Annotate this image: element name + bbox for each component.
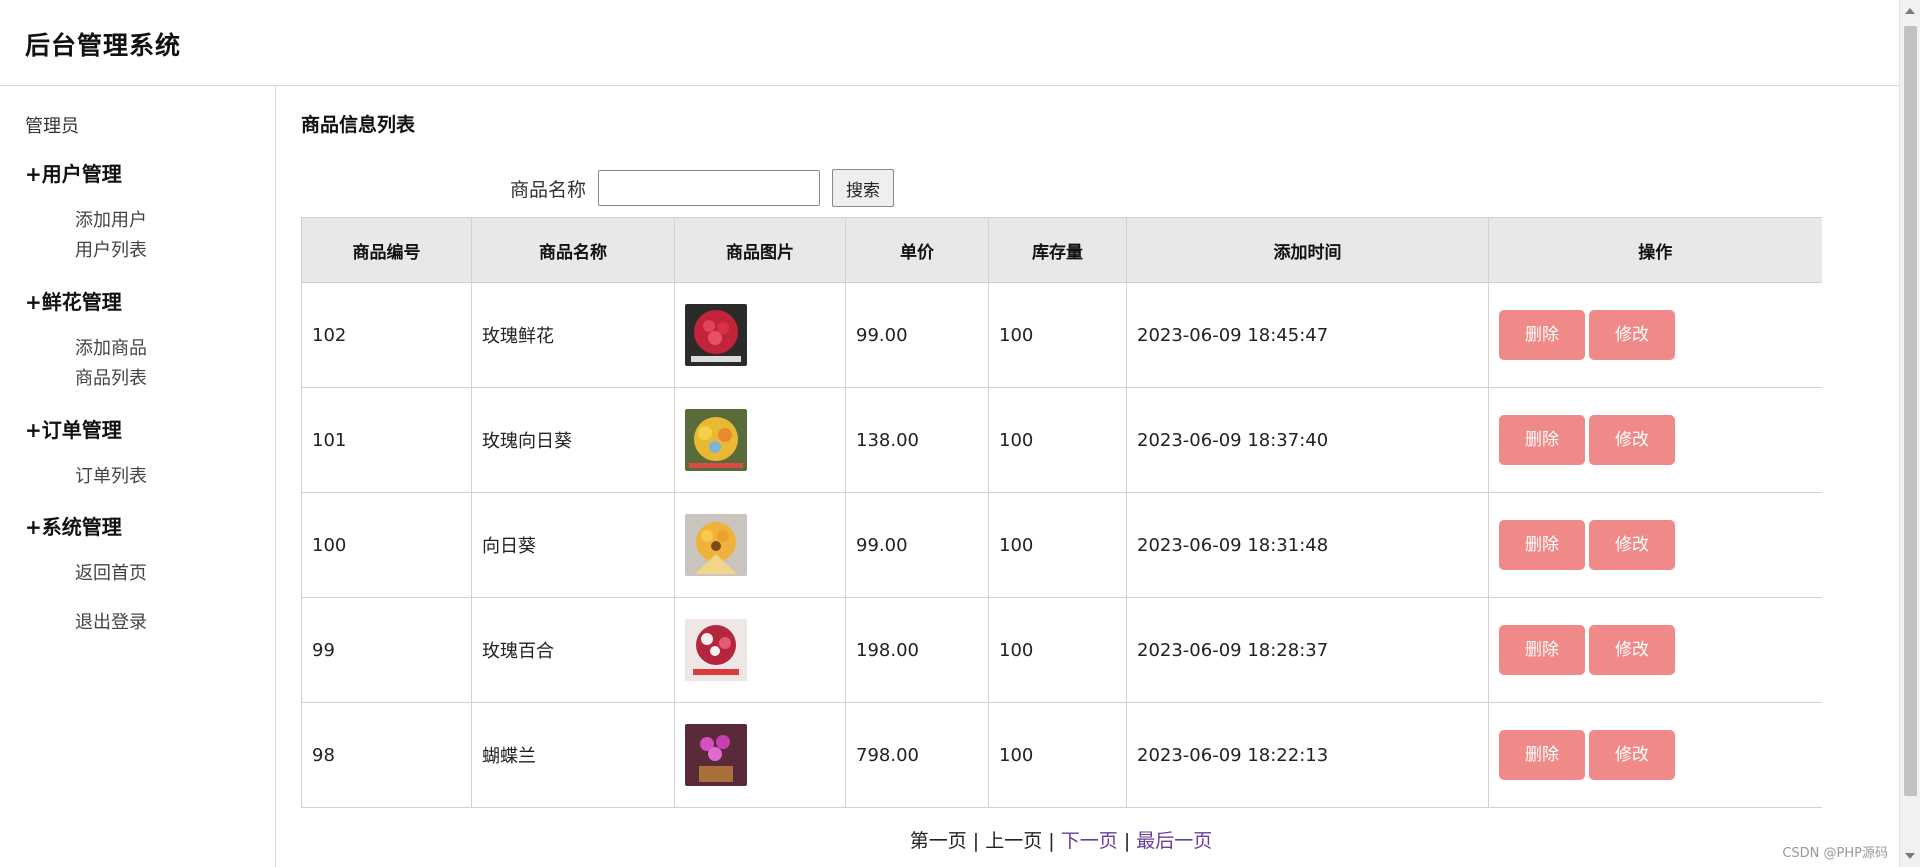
product-thumbnail[interactable]	[685, 304, 747, 366]
vertical-scrollbar[interactable]	[1899, 0, 1920, 867]
menu-item-add-product[interactable]: 添加商品	[75, 334, 147, 360]
page-next-link[interactable]: 下一页	[1061, 830, 1118, 852]
table-row: 100 向日葵 99.00 100 2023-06-09 18:31:48 删除…	[301, 492, 1822, 598]
cell-name: 玫瑰向日葵	[471, 387, 675, 493]
cell-actions: 删除 修改	[1488, 492, 1822, 598]
cell-stock: 100	[988, 387, 1127, 493]
cell-name: 向日葵	[471, 492, 675, 598]
cell-price: 798.00	[845, 702, 989, 808]
cell-image	[674, 597, 846, 703]
delete-button[interactable]: 删除	[1499, 625, 1585, 675]
cell-id: 100	[301, 492, 472, 598]
cell-image	[674, 492, 846, 598]
edit-button[interactable]: 修改	[1589, 730, 1675, 780]
page-separator: |	[972, 830, 980, 852]
admin-role-label: 管理员	[25, 116, 79, 137]
product-table-wrap: 商品编号 商品名称 商品图片 单价 库存量 添加时间 操作 102 玫瑰鲜花 9…	[301, 217, 1822, 808]
cell-id: 101	[301, 387, 472, 493]
menu-group-order[interactable]: +订单管理	[25, 414, 122, 443]
cell-image	[674, 282, 846, 388]
cell-stock: 100	[988, 282, 1127, 388]
delete-button[interactable]: 删除	[1499, 520, 1585, 570]
scroll-up-icon[interactable]	[1905, 8, 1915, 14]
cell-actions: 删除 修改	[1488, 597, 1822, 703]
section-title: 商品信息列表	[301, 114, 416, 136]
page-prev: 上一页	[985, 830, 1043, 852]
delete-button[interactable]: 删除	[1499, 310, 1585, 360]
menu-item-user-list[interactable]: 用户列表	[75, 236, 147, 262]
cell-stock: 100	[988, 702, 1127, 808]
app-title: 后台管理系统	[25, 31, 182, 60]
table-row: 99 玫瑰百合 198.00 100 2023-06-09 18:28:37 删…	[301, 597, 1822, 703]
menu-group-user[interactable]: +用户管理	[25, 158, 122, 187]
admin-page: 后台管理系统 管理员 +用户管理 添加用户 用户列表 +鲜花管理 添加商品 商品…	[0, 0, 1920, 867]
cell-actions: 删除 修改	[1488, 702, 1822, 808]
cell-image	[674, 387, 846, 493]
page-separator: |	[1048, 830, 1055, 852]
cell-image	[674, 702, 846, 808]
cell-time: 2023-06-09 18:22:13	[1126, 702, 1489, 808]
cell-id: 99	[301, 597, 472, 703]
scroll-thumb[interactable]	[1904, 26, 1917, 796]
menu-group-flower[interactable]: +鲜花管理	[25, 286, 122, 315]
cell-price: 99.00	[845, 492, 989, 598]
menu-item-add-user[interactable]: 添加用户	[75, 206, 147, 232]
cell-time: 2023-06-09 18:45:47	[1126, 282, 1489, 388]
page-first: 第一页	[909, 830, 967, 852]
table-row: 101 玫瑰向日葵 138.00 100 2023-06-09 18:37:40…	[301, 387, 1822, 493]
cell-price: 198.00	[845, 597, 989, 703]
edit-button[interactable]: 修改	[1589, 310, 1675, 360]
cell-id: 98	[301, 702, 472, 808]
cell-time: 2023-06-09 18:37:40	[1126, 387, 1489, 493]
cell-price: 138.00	[845, 387, 989, 493]
cell-stock: 100	[988, 492, 1127, 598]
search-button[interactable]: 搜索	[832, 169, 895, 207]
table-row: 102 玫瑰鲜花 99.00 100 2023-06-09 18:45:47 删…	[301, 282, 1822, 388]
top-header: 后台管理系统	[0, 0, 1899, 86]
edit-button[interactable]: 修改	[1589, 625, 1675, 675]
header-name: 商品名称	[471, 217, 675, 283]
cell-actions: 删除 修改	[1488, 282, 1822, 388]
search-input[interactable]	[598, 170, 821, 206]
table-row: 98 蝴蝶兰 798.00 100 2023-06-09 18:22:13 删除…	[301, 702, 1822, 808]
cell-id: 102	[301, 282, 472, 388]
header-price: 单价	[845, 217, 989, 283]
product-thumbnail[interactable]	[685, 409, 747, 471]
header-stock: 库存量	[988, 217, 1127, 283]
header-image: 商品图片	[674, 217, 846, 283]
product-thumbnail[interactable]	[685, 619, 747, 681]
cell-name: 玫瑰鲜花	[471, 282, 675, 388]
scroll-down-icon[interactable]	[1905, 853, 1915, 859]
cell-name: 玫瑰百合	[471, 597, 675, 703]
search-label: 商品名称	[510, 178, 587, 201]
menu-group-system[interactable]: +系统管理	[25, 511, 122, 540]
cell-time: 2023-06-09 18:31:48	[1126, 492, 1489, 598]
table-header-row: 商品编号 商品名称 商品图片 单价 库存量 添加时间 操作	[301, 217, 1822, 283]
header-time: 添加时间	[1126, 217, 1489, 283]
cell-actions: 删除 修改	[1488, 387, 1822, 493]
cell-name: 蝴蝶兰	[471, 702, 675, 808]
delete-button[interactable]: 删除	[1499, 730, 1585, 780]
pagination: 第一页 | 上一页 | 下一页 | 最后一页	[301, 826, 1821, 853]
delete-button[interactable]: 删除	[1499, 415, 1585, 465]
menu-item-order-list[interactable]: 订单列表	[75, 462, 147, 488]
search-bar: 商品名称 搜索	[510, 168, 895, 208]
edit-button[interactable]: 修改	[1589, 415, 1675, 465]
watermark: CSDN @PHP源码	[1782, 846, 1888, 861]
header-actions: 操作	[1488, 217, 1822, 283]
page-separator: |	[1123, 830, 1131, 852]
page-last-link[interactable]: 最后一页	[1136, 830, 1212, 852]
header-id: 商品编号	[301, 217, 472, 283]
product-thumbnail[interactable]	[685, 724, 747, 786]
product-thumbnail[interactable]	[685, 514, 747, 576]
menu-item-home[interactable]: 返回首页	[75, 559, 147, 585]
cell-stock: 100	[988, 597, 1127, 703]
sidebar: 管理员 +用户管理 添加用户 用户列表 +鲜花管理 添加商品 商品列表 +订单管…	[0, 86, 276, 867]
product-table: 商品编号 商品名称 商品图片 单价 库存量 添加时间 操作 102 玫瑰鲜花 9…	[301, 217, 1822, 808]
cell-time: 2023-06-09 18:28:37	[1126, 597, 1489, 703]
menu-item-logout[interactable]: 退出登录	[75, 608, 147, 634]
menu-item-product-list[interactable]: 商品列表	[75, 364, 147, 390]
cell-price: 99.00	[845, 282, 989, 388]
edit-button[interactable]: 修改	[1589, 520, 1675, 570]
